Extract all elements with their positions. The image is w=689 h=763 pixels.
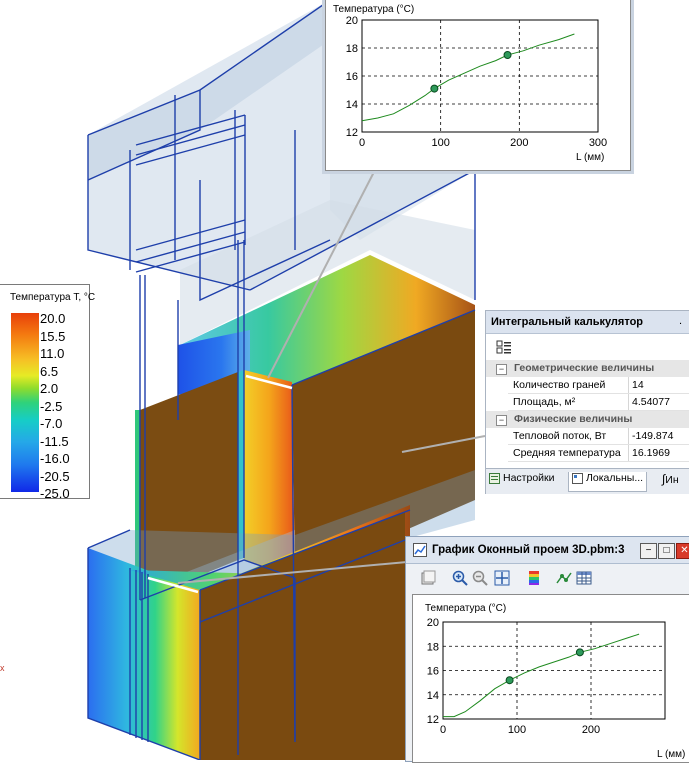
legend-value: 11.0 xyxy=(40,346,65,361)
color-palette-icon[interactable] xyxy=(526,570,542,586)
y-tick-label: 12 xyxy=(346,127,358,139)
tab-label: Локальны... xyxy=(586,472,644,484)
y-tick-label: 14 xyxy=(427,690,439,702)
legend-color-scale xyxy=(11,313,39,492)
legend-value: 6.5 xyxy=(40,363,59,379)
x-tick-label: 100 xyxy=(508,724,526,736)
property-row-area[interactable]: Площадь, м² 4.54077 xyxy=(486,394,689,411)
property-key: Количество граней xyxy=(513,379,606,391)
top-chart-plot: 12141618200 100 200 300 xyxy=(346,15,607,149)
probe-marker[interactable] xyxy=(503,51,512,59)
property-row-heat-flux[interactable]: Тепловой поток, Вт -149.874 xyxy=(486,428,689,445)
x-tick-label: 100 xyxy=(431,137,449,149)
x-tick-label: 200 xyxy=(582,724,600,736)
y-tick-label: 20 xyxy=(427,617,439,629)
graph-toolbar xyxy=(406,564,689,592)
property-key: Тепловой поток, Вт xyxy=(513,430,607,442)
legend-value: 20.0 xyxy=(40,311,66,326)
maximize-button[interactable]: □ xyxy=(658,543,675,559)
categorized-view-icon[interactable] xyxy=(496,340,512,354)
tab-integral[interactable]: ∫Ин xyxy=(662,472,679,491)
legend-value: -11.5 xyxy=(40,433,69,449)
probe-marker[interactable] xyxy=(505,676,514,685)
y-tick-label: 18 xyxy=(346,43,358,55)
probe-points-icon[interactable] xyxy=(556,570,572,586)
legend-title: Температура T, °C xyxy=(10,292,96,303)
fit-view-icon[interactable] xyxy=(494,570,510,586)
y-tick-label: 16 xyxy=(427,666,439,678)
legend-value: -2.5 xyxy=(40,398,63,414)
minimize-button[interactable]: − xyxy=(640,543,657,559)
close-button[interactable]: ✕ xyxy=(676,543,689,559)
legend-value: -16.0 xyxy=(40,451,70,466)
collapse-geometric-icon[interactable]: − xyxy=(496,364,507,375)
x-tick-label: 300 xyxy=(589,137,607,149)
legend-value: -20.5 xyxy=(40,468,70,484)
probe-marker[interactable] xyxy=(575,648,584,657)
y-tick-label: 12 xyxy=(427,714,439,726)
top-chart-xlabel: L (мм) xyxy=(576,152,605,163)
property-value: 14 xyxy=(632,379,644,391)
tab-settings[interactable]: Настройки xyxy=(489,472,555,491)
top-temperature-chart[interactable]: Температура (°C) 12 14 16 18 20 0 100 200 300 L … xyxy=(325,0,631,171)
svg-text:x: x xyxy=(0,663,5,673)
local-tab-icon xyxy=(572,472,583,484)
tab-label: Ин xyxy=(665,474,679,486)
legend-value: 15.5 xyxy=(40,328,66,344)
property-row-face-count[interactable]: Количество граней 14 xyxy=(486,377,689,394)
group-physical[interactable]: − Физические величины xyxy=(486,411,689,428)
zoom-in-icon[interactable] xyxy=(452,570,468,586)
group-label: Геометрические величины xyxy=(514,362,655,374)
temperature-legend: Температура T, °C 20.0 15.5 11.0 6.5 2.0 -2.5… xyxy=(0,284,95,501)
zoom-out-icon[interactable] xyxy=(472,570,488,586)
panel-pin-icon[interactable]: . xyxy=(679,315,682,327)
copy-icon[interactable] xyxy=(420,570,436,586)
property-value: 16.1969 xyxy=(632,447,670,459)
calculator-tab-strip: Настройки Локальны... ∫Ин xyxy=(486,468,689,494)
bottom-chart-xlabel: L (мм) xyxy=(657,749,686,760)
graph-window-title: График Оконный проем 3D.pbm:3 xyxy=(432,544,625,556)
bottom-temperature-chart[interactable]: Температура (°C) 12 14 16 18 20 0 100 200 L (мм… xyxy=(412,594,689,763)
x-tick-label: 0 xyxy=(359,137,365,149)
chart-window-icon xyxy=(413,543,427,557)
property-key: Площадь, м² xyxy=(513,396,576,408)
group-label: Физические величины xyxy=(514,413,633,425)
legend-value: 2.0 xyxy=(40,381,59,396)
calculator-title-bar: Интегральный калькулятор . xyxy=(486,311,689,334)
calculator-title: Интегральный калькулятор xyxy=(491,316,644,328)
x-tick-label: 200 xyxy=(510,137,528,149)
collapse-physical-icon[interactable]: − xyxy=(496,415,507,426)
property-key: Средняя температура xyxy=(513,447,621,459)
table-view-icon[interactable] xyxy=(576,570,592,586)
y-tick-label: 14 xyxy=(346,99,358,111)
integral-calculator-panel: Интегральный калькулятор . − Геометричес… xyxy=(485,310,689,494)
probe-marker[interactable] xyxy=(430,84,439,93)
graph-window: График Оконный проем 3D.pbm:3 − □ ✕ Темп… xyxy=(405,536,689,763)
settings-tab-icon xyxy=(489,472,500,484)
group-geometric[interactable]: − Геометрические величины xyxy=(486,360,689,377)
property-row-mean-temperature[interactable]: Средняя температура 16.1969 xyxy=(486,445,689,462)
x-tick-label: 0 xyxy=(440,724,446,736)
property-value: -149.874 xyxy=(632,430,674,442)
y-tick-label: 20 xyxy=(346,15,358,27)
legend-value: -7.0 xyxy=(40,416,63,431)
tab-label: Настройки xyxy=(503,472,555,484)
graph-window-title-bar[interactable]: График Оконный проем 3D.pbm:3 − □ ✕ xyxy=(406,537,689,564)
bottom-chart-plot: 12141618200 100 200 xyxy=(427,617,666,736)
y-tick-label: 16 xyxy=(346,71,358,83)
tab-local[interactable]: Локальны... xyxy=(568,472,648,492)
y-tick-label: 18 xyxy=(427,641,439,653)
legend-value: -25.0 xyxy=(40,486,70,501)
property-value: 4.54077 xyxy=(632,396,670,408)
